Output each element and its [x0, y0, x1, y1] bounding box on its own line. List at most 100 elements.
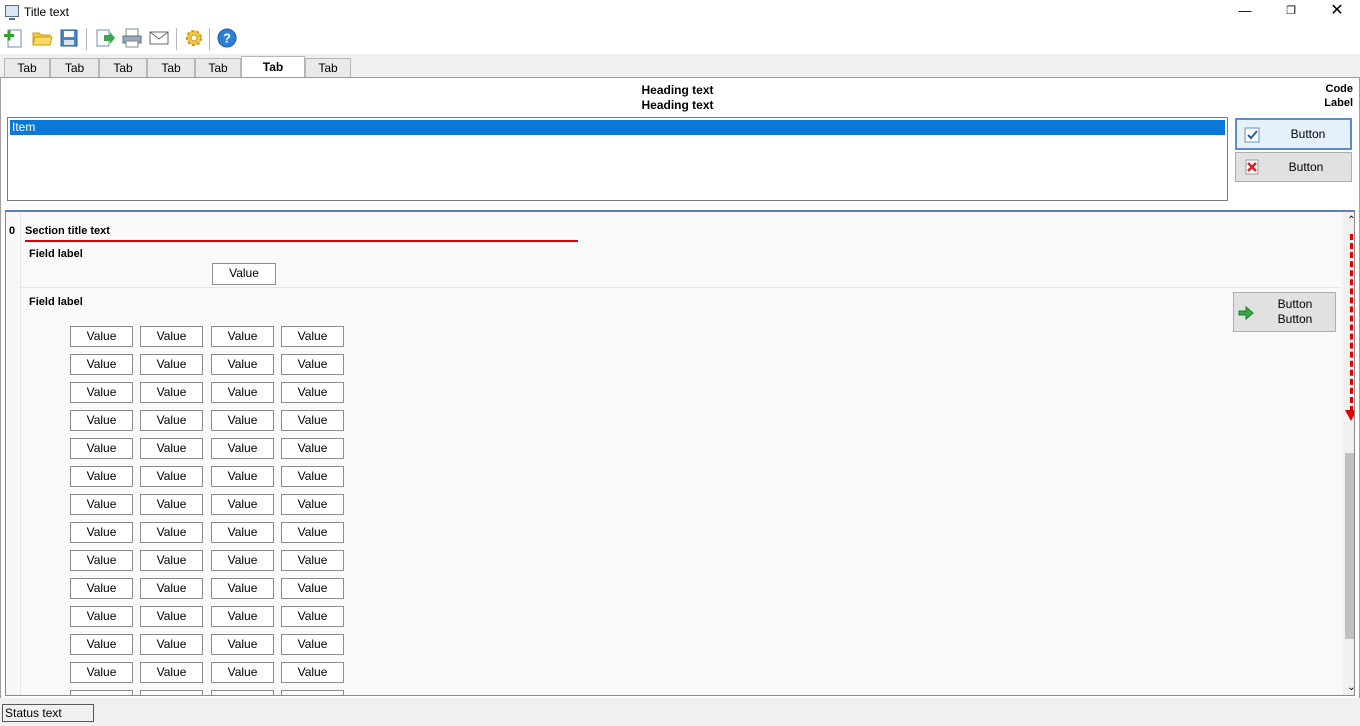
sheet-list[interactable]: Item: [7, 117, 1228, 201]
extra-activity-code-field[interactable]: Value: [140, 578, 203, 599]
extra-activity-code-field[interactable]: Value: [281, 494, 344, 515]
open-button[interactable]: [30, 26, 54, 50]
extra-activity-code-field[interactable]: Value: [211, 662, 274, 683]
help-button[interactable]: ?: [215, 26, 239, 50]
extra-activity-code-field[interactable]: Value: [70, 410, 133, 431]
tab-sheet-v[interactable]: Tab: [147, 58, 195, 78]
extra-activity-code-field[interactable]: Value: [281, 550, 344, 571]
extra-activity-code-field[interactable]: Value: [70, 466, 133, 487]
extra-activity-code-field[interactable]: Value: [140, 326, 203, 347]
extra-activity-code-field[interactable]: Value: [70, 522, 133, 543]
close-button[interactable]: ✕: [1314, 0, 1360, 24]
extra-activity-code-field[interactable]: Value: [140, 522, 203, 543]
extra-activity-code-field[interactable]: Value: [211, 550, 274, 571]
list-item[interactable]: Item: [10, 120, 1225, 135]
extra-activity-code-field[interactable]: Value: [281, 326, 344, 347]
restore-button[interactable]: ❐: [1268, 0, 1314, 24]
restore-icon: ❐: [1286, 5, 1296, 17]
extra-activity-code-field[interactable]: Value: [70, 550, 133, 571]
extra-activity-code-field[interactable]: Value: [281, 466, 344, 487]
extra-activity-code-field[interactable]: Value: [211, 606, 274, 627]
extra-activity-code-field[interactable]: Value: [140, 550, 203, 571]
settings-button[interactable]: [182, 26, 206, 50]
extra-activity-code-field[interactable]: Value: [281, 634, 344, 655]
window-title: Title text: [24, 5, 69, 19]
tab-sheet-e[interactable]: Tab: [305, 58, 351, 78]
extra-activity-code-field[interactable]: Value: [281, 662, 344, 683]
section-content: Section title text Field label Value Fie…: [20, 212, 1342, 695]
extra-activity-code-field[interactable]: Value: [281, 410, 344, 431]
add-sheet-label: Button: [1290, 127, 1326, 141]
mail-button[interactable]: [147, 26, 171, 50]
extra-activity-code-field[interactable]: Value: [281, 578, 344, 599]
main-activity-code-field[interactable]: Value: [212, 263, 276, 285]
extra-activity-code-field[interactable]: Value: [281, 438, 344, 459]
extra-activity-code-field[interactable]: Value: [70, 354, 133, 375]
extra-activity-code-field[interactable]: Value: [281, 382, 344, 403]
chevron-down-icon: ⌄: [1347, 682, 1355, 693]
extra-activity-code-field[interactable]: Value: [70, 438, 133, 459]
save-icon: [60, 29, 78, 47]
extra-activity-code-field[interactable]: Value: [211, 326, 274, 347]
extra-activity-code-field[interactable]: Value: [211, 354, 274, 375]
print-icon: [122, 28, 142, 48]
save-button[interactable]: [57, 26, 81, 50]
minimize-button[interactable]: —: [1222, 0, 1268, 24]
vertical-scrollbar[interactable]: ⌃ ⌄: [1343, 212, 1355, 695]
extra-activity-code-field[interactable]: Value: [70, 382, 133, 403]
tab-sheet-b[interactable]: Tab: [99, 58, 147, 78]
extra-activity-code-field[interactable]: Value: [140, 438, 203, 459]
section-divider: [21, 287, 1342, 288]
red-scroll-arrow-annotation: [1350, 234, 1353, 412]
add-sheet-button[interactable]: Button: [1235, 118, 1352, 150]
extra-activity-code-field[interactable]: Value: [140, 382, 203, 403]
extra-activity-code-field[interactable]: Value: [70, 662, 133, 683]
extra-activity-code-field[interactable]: Value: [211, 494, 274, 515]
svg-text:?: ?: [223, 31, 231, 46]
extra-activity-code-field[interactable]: Value: [281, 522, 344, 543]
page-title: Heading text Heading text: [1, 83, 1354, 113]
print-button[interactable]: [120, 26, 144, 50]
extra-activity-code-field[interactable]: Value: [70, 606, 133, 627]
tab-sheet-a[interactable]: Tab: [50, 58, 99, 78]
extra-activity-code-field[interactable]: Value: [70, 494, 133, 515]
tab-form[interactable]: Tab: [4, 58, 50, 78]
extra-activity-code-field[interactable]: Value: [211, 438, 274, 459]
extra-activity-codes-label: Field label: [29, 296, 83, 308]
form-number: Code: [1325, 83, 1354, 95]
export-button[interactable]: [93, 26, 117, 50]
extra-activity-code-field[interactable]: Value: [70, 578, 133, 599]
input-direction-button[interactable]: Button Button: [1233, 292, 1336, 332]
extra-activity-code-field[interactable]: Value: [281, 690, 344, 695]
scroll-up-button[interactable]: ⌃: [1343, 212, 1354, 229]
extra-activity-code-field[interactable]: Value: [140, 662, 203, 683]
extra-activity-code-field[interactable]: Value: [70, 690, 133, 695]
tab-sheet-g[interactable]: Tab: [195, 58, 241, 78]
delete-sheet-button[interactable]: Button: [1235, 152, 1352, 182]
extra-activity-code-field[interactable]: Value: [281, 606, 344, 627]
help-icon: ?: [217, 28, 237, 48]
extra-activity-code-field[interactable]: Value: [211, 466, 274, 487]
extra-activity-code-field[interactable]: Value: [70, 326, 133, 347]
extra-activity-code-field[interactable]: Value: [211, 522, 274, 543]
extra-activity-code-field[interactable]: Value: [70, 634, 133, 655]
scrollbar-thumb[interactable]: [1345, 453, 1354, 639]
extra-activity-code-field[interactable]: Value: [140, 494, 203, 515]
extra-activity-code-field[interactable]: Value: [211, 410, 274, 431]
extra-activity-code-field[interactable]: Value: [140, 634, 203, 655]
new-document-button[interactable]: [2, 26, 26, 50]
scroll-down-button[interactable]: ⌄: [1343, 679, 1355, 695]
extra-activity-code-field[interactable]: Value: [140, 690, 203, 695]
extra-activity-code-field[interactable]: Value: [211, 634, 274, 655]
red-arrowhead-icon: [1345, 410, 1354, 421]
extra-activity-code-field[interactable]: Value: [211, 578, 274, 599]
toolbar-separator: [176, 28, 177, 50]
extra-activity-code-field[interactable]: Value: [140, 354, 203, 375]
extra-activity-code-field[interactable]: Value: [211, 690, 274, 695]
extra-activity-code-field[interactable]: Value: [140, 410, 203, 431]
extra-activity-code-field[interactable]: Value: [281, 354, 344, 375]
tab-sheet-d-active[interactable]: Tab: [241, 56, 305, 78]
extra-activity-code-field[interactable]: Value: [140, 606, 203, 627]
extra-activity-code-field[interactable]: Value: [140, 466, 203, 487]
extra-activity-code-field[interactable]: Value: [211, 382, 274, 403]
